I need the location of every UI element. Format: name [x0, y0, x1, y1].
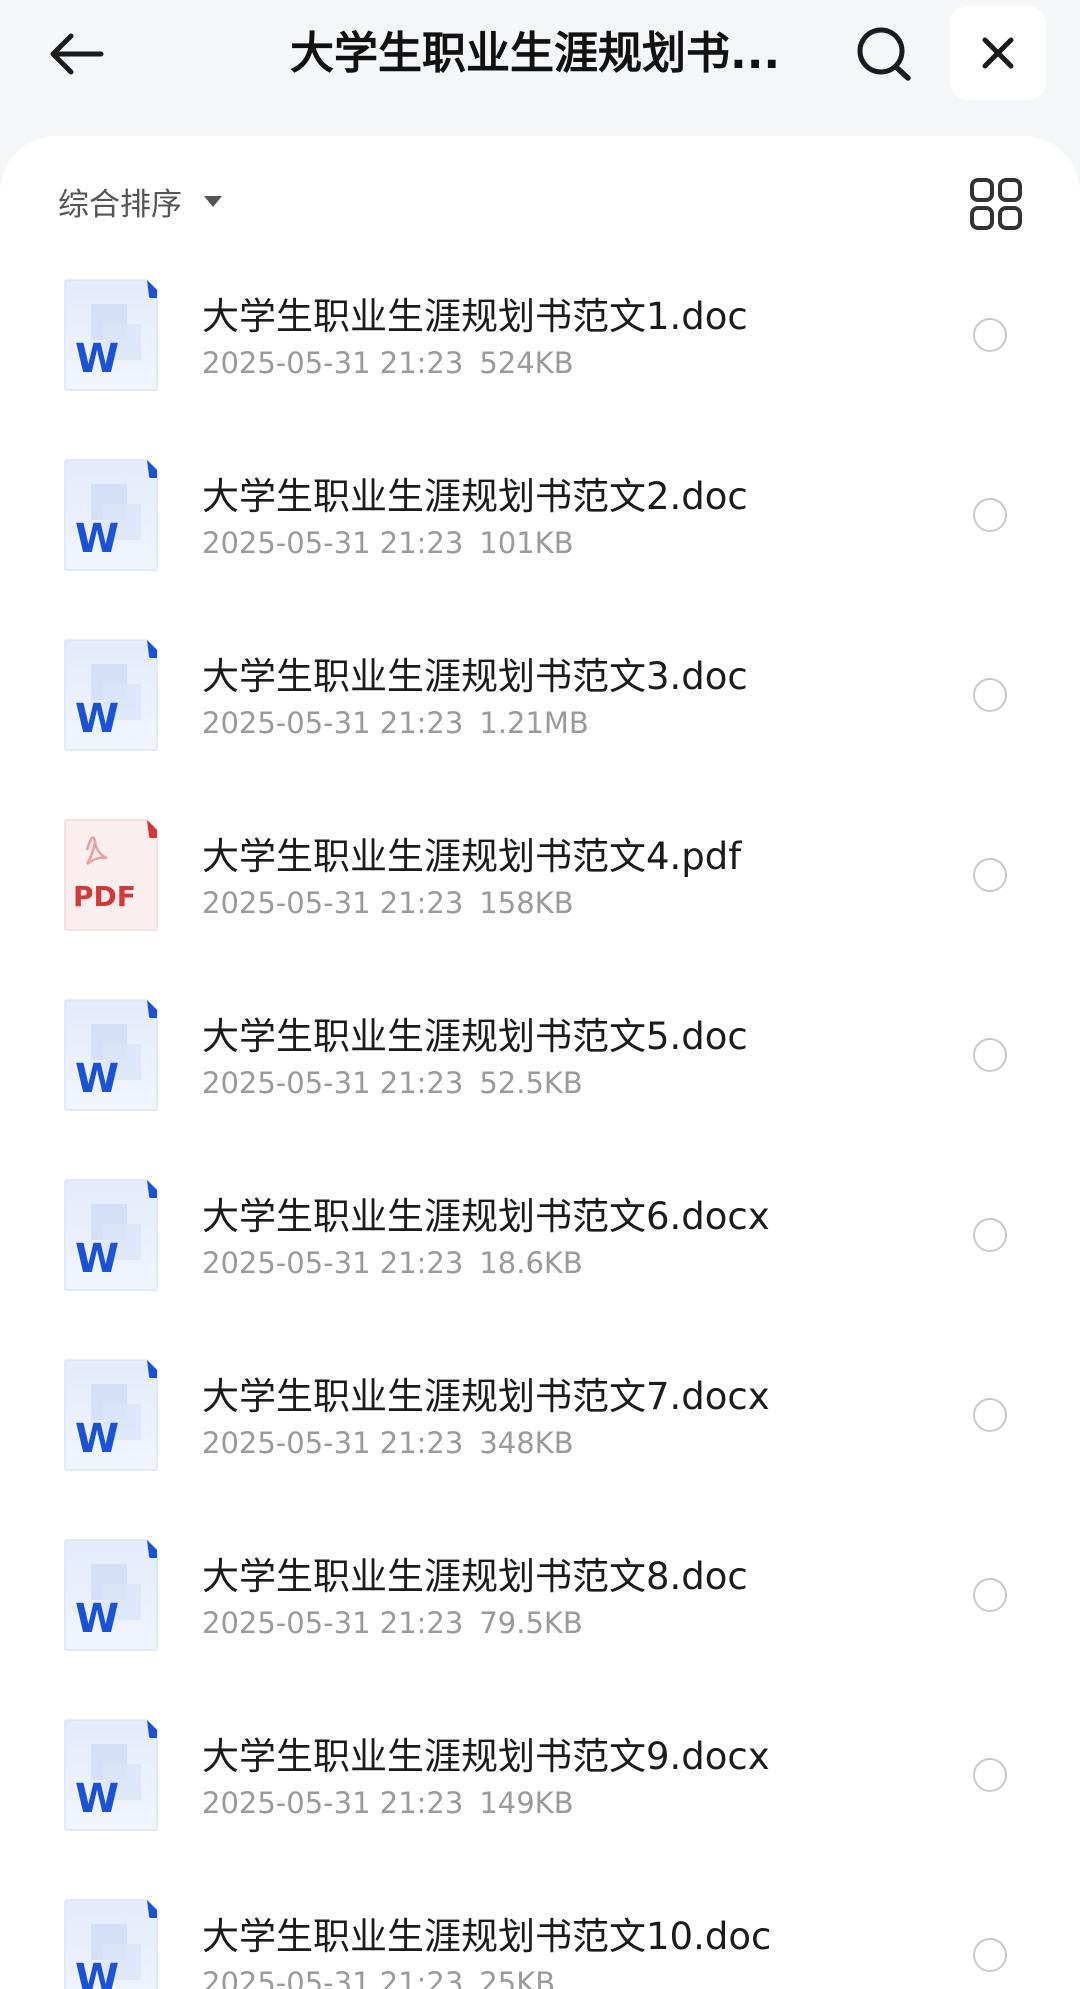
file-meta: 2025-05-31 21:23 18.6KB [202, 1246, 583, 1280]
file-badge: W [75, 1416, 119, 1462]
file-badge: W [75, 1056, 119, 1102]
word-file-icon: W [64, 1899, 158, 1989]
file-name: 大学生职业生涯规划书范文9.docx [202, 1735, 770, 1778]
file-meta: 2025-05-31 21:23 52.5KB [202, 1066, 583, 1100]
select-radio[interactable] [973, 1038, 1007, 1072]
word-file-icon: W [64, 459, 158, 571]
file-size: 101KB [479, 526, 574, 560]
file-name: 大学生职业生涯规划书范文7.docx [202, 1375, 770, 1418]
close-icon [982, 37, 1014, 69]
select-radio[interactable] [973, 1398, 1007, 1432]
file-size: 348KB [479, 1426, 574, 1460]
file-name: 大学生职业生涯规划书范文5.doc [202, 1015, 748, 1058]
select-radio[interactable] [973, 1758, 1007, 1792]
file-size: 149KB [479, 1786, 574, 1820]
file-row[interactable]: W 大学生职业生涯规划书范文10.doc 2025-05-31 21:23 25KB [0, 1886, 1080, 1989]
search-button[interactable] [848, 18, 920, 90]
pdf-file-icon: PDF [64, 819, 158, 931]
word-file-icon: W [64, 639, 158, 751]
caret-down-icon [204, 195, 222, 207]
file-meta: 2025-05-31 21:23 1.21MB [202, 706, 589, 740]
select-radio[interactable] [973, 498, 1007, 532]
select-radio[interactable] [973, 678, 1007, 712]
file-date: 2025-05-31 21:23 [202, 1966, 464, 1989]
file-name: 大学生职业生涯规划书范文1.doc [202, 295, 748, 338]
file-panel: 综合排序 W 大学生职业生涯规划书范文1.doc 2025-05-31 21:23 5… [0, 136, 1080, 1989]
file-name: 大学生职业生涯规划书范文4.pdf [202, 835, 742, 878]
file-size: 25KB [479, 1966, 556, 1989]
file-meta: 2025-05-31 21:23 149KB [202, 1786, 574, 1820]
file-size: 158KB [479, 886, 574, 920]
word-file-icon: W [64, 1179, 158, 1291]
file-row[interactable]: PDF 大学生职业生涯规划书范文4.pdf 2025-05-31 21:23 158K… [0, 806, 1080, 986]
file-date: 2025-05-31 21:23 [202, 526, 464, 560]
file-row[interactable]: W 大学生职业生涯规划书范文2.doc 2025-05-31 21:23 101KB [0, 446, 1080, 626]
select-radio[interactable] [973, 858, 1007, 892]
file-row[interactable]: W 大学生职业生涯规划书范文5.doc 2025-05-31 21:23 52.5KB [0, 986, 1080, 1166]
word-file-icon: W [64, 1359, 158, 1471]
file-meta: 2025-05-31 21:23 79.5KB [202, 1606, 583, 1640]
file-badge: W [75, 1236, 119, 1282]
file-meta: 2025-05-31 21:23 158KB [202, 886, 574, 920]
file-date: 2025-05-31 21:23 [202, 346, 464, 380]
select-radio[interactable] [973, 1578, 1007, 1612]
file-size: 524KB [479, 346, 574, 380]
word-file-icon: W [64, 999, 158, 1111]
file-name: 大学生职业生涯规划书范文6.docx [202, 1195, 770, 1238]
file-row[interactable]: W 大学生职业生涯规划书范文7.docx 2025-05-31 21:23 348KB [0, 1346, 1080, 1526]
file-row[interactable]: W 大学生职业生涯规划书范文6.docx 2025-05-31 21:23 18.6K… [0, 1166, 1080, 1346]
file-meta: 2025-05-31 21:23 348KB [202, 1426, 574, 1460]
file-row[interactable]: W 大学生职业生涯规划书范文8.doc 2025-05-31 21:23 79.5KB [0, 1526, 1080, 1706]
sort-bar: 综合排序 [0, 136, 1080, 266]
file-badge: W [75, 696, 119, 742]
file-date: 2025-05-31 21:23 [202, 1246, 464, 1280]
file-date: 2025-05-31 21:23 [202, 1606, 464, 1640]
file-date: 2025-05-31 21:23 [202, 1066, 464, 1100]
file-badge: W [75, 1956, 119, 1989]
file-badge: W [75, 516, 119, 562]
file-row[interactable]: W 大学生职业生涯规划书范文9.docx 2025-05-31 21:23 149KB [0, 1706, 1080, 1886]
grid-view-button[interactable] [968, 176, 1024, 232]
file-date: 2025-05-31 21:23 [202, 886, 464, 920]
search-icon [857, 27, 911, 81]
file-date: 2025-05-31 21:23 [202, 706, 464, 740]
sort-label: 综合排序 [58, 186, 182, 223]
select-radio[interactable] [973, 1218, 1007, 1252]
file-badge: W [75, 1776, 119, 1822]
grid-view-icon [970, 178, 1022, 230]
file-row[interactable]: W 大学生职业生涯规划书范文3.doc 2025-05-31 21:23 1.21MB [0, 626, 1080, 806]
file-badge: W [75, 336, 119, 382]
file-size: 52.5KB [479, 1066, 583, 1100]
file-meta: 2025-05-31 21:23 101KB [202, 526, 574, 560]
arrow-left-icon [50, 33, 104, 75]
file-list: W 大学生职业生涯规划书范文1.doc 2025-05-31 21:23 524KB … [0, 266, 1080, 1989]
file-size: 1.21MB [479, 706, 589, 740]
file-meta: 2025-05-31 21:23 25KB [202, 1966, 555, 1989]
word-file-icon: W [64, 1539, 158, 1651]
file-badge: W [75, 1596, 119, 1642]
file-name: 大学生职业生涯规划书范文10.doc [202, 1915, 772, 1958]
sort-dropdown[interactable]: 综合排序 [58, 176, 222, 226]
file-date: 2025-05-31 21:23 [202, 1786, 464, 1820]
top-bar: 大学生职业生涯规划书... [0, 0, 1080, 130]
file-name: 大学生职业生涯规划书范文3.doc [202, 655, 748, 698]
file-date: 2025-05-31 21:23 [202, 1426, 464, 1460]
file-size: 18.6KB [479, 1246, 583, 1280]
page-title: 大学生职业生涯规划书... [290, 28, 781, 79]
file-name: 大学生职业生涯规划书范文2.doc [202, 475, 748, 518]
file-meta: 2025-05-31 21:23 524KB [202, 346, 574, 380]
word-file-icon: W [64, 1719, 158, 1831]
select-radio[interactable] [973, 1938, 1007, 1972]
word-file-icon: W [64, 279, 158, 391]
file-badge: PDF [73, 880, 136, 913]
file-size: 79.5KB [479, 1606, 583, 1640]
file-row[interactable]: W 大学生职业生涯规划书范文1.doc 2025-05-31 21:23 524KB [0, 266, 1080, 446]
select-radio[interactable] [973, 318, 1007, 352]
back-button[interactable] [40, 18, 112, 90]
file-name: 大学生职业生涯规划书范文8.doc [202, 1555, 748, 1598]
close-button[interactable] [950, 6, 1046, 100]
